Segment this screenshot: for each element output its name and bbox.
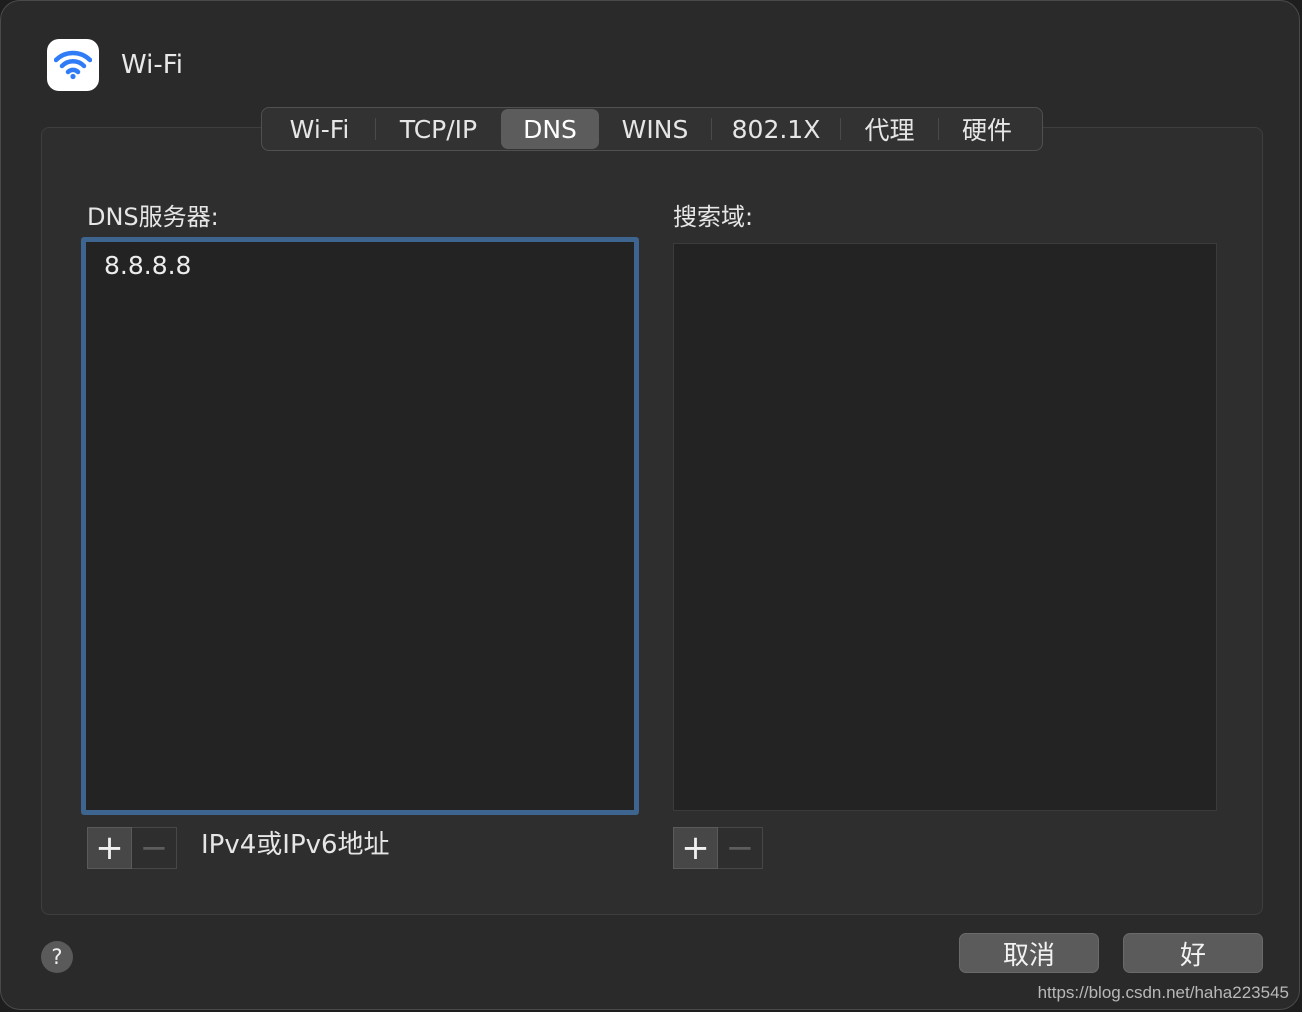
dns-address-hint: IPv4或IPv6地址 <box>201 830 390 860</box>
watermark-text: https://blog.csdn.net/haha223545 <box>1037 983 1289 1002</box>
tab-wifi[interactable]: Wi-Fi <box>264 109 375 149</box>
tab-bar: Wi-Fi TCP/IP DNS WINS 802.1X 代理 硬件 <box>261 107 1043 151</box>
dns-servers-label: DNS服务器: <box>87 203 219 231</box>
wifi-icon <box>54 50 92 80</box>
window-title: Wi-Fi <box>121 50 184 80</box>
tab-wins[interactable]: WINS <box>599 109 711 149</box>
remove-search-domain-button[interactable]: − <box>718 827 763 869</box>
cancel-button[interactable]: 取消 <box>959 933 1099 973</box>
tab-dns[interactable]: DNS <box>501 109 599 149</box>
search-domains-list[interactable] <box>673 243 1217 811</box>
dns-server-entry[interactable]: 8.8.8.8 <box>104 248 191 284</box>
tab-8021x[interactable]: 802.1X <box>712 109 840 149</box>
ok-button[interactable]: 好 <box>1123 933 1263 973</box>
wifi-app-icon <box>47 39 99 91</box>
tab-proxy[interactable]: 代理 <box>841 109 938 149</box>
network-settings-window: Wi-Fi Wi-Fi TCP/IP DNS WINS 802.1X 代理 硬件… <box>0 0 1300 1010</box>
search-domains-label: 搜索域: <box>673 203 754 231</box>
add-dns-server-button[interactable]: + <box>87 827 132 869</box>
tab-tcpip[interactable]: TCP/IP <box>376 109 501 149</box>
help-button[interactable]: ? <box>41 941 73 973</box>
dns-servers-buttons: + − <box>87 827 177 869</box>
add-search-domain-button[interactable]: + <box>673 827 718 869</box>
dns-servers-list[interactable]: 8.8.8.8 <box>81 237 639 815</box>
remove-dns-server-button[interactable]: − <box>132 827 177 869</box>
search-domains-buttons: + − <box>673 827 763 869</box>
tab-hardware[interactable]: 硬件 <box>939 109 1035 149</box>
